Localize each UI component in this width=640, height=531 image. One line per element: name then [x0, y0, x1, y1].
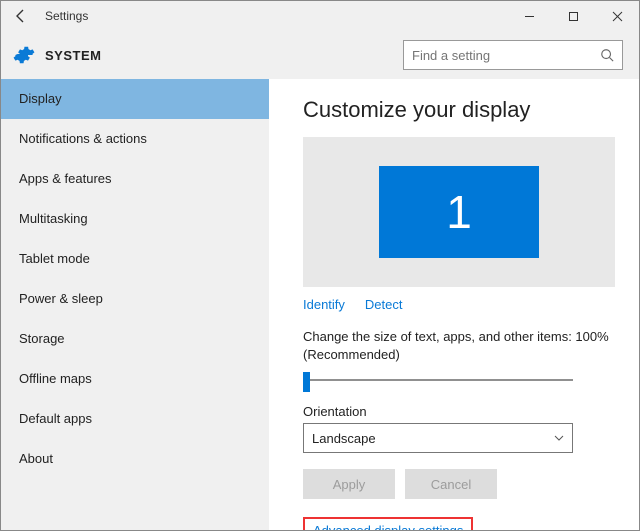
orientation-label: Orientation — [303, 404, 615, 419]
scale-slider[interactable] — [303, 370, 573, 390]
page-heading: Customize your display — [303, 97, 615, 123]
sidebar-item-apps[interactable]: Apps & features — [1, 159, 269, 199]
slider-thumb[interactable] — [303, 372, 310, 392]
sidebar-item-default-apps[interactable]: Default apps — [1, 399, 269, 439]
sidebar-item-label: Apps & features — [19, 171, 112, 186]
sidebar-item-label: Display — [19, 91, 62, 106]
apply-button[interactable]: Apply — [303, 469, 395, 499]
sidebar-item-label: Default apps — [19, 411, 92, 426]
search-icon — [600, 48, 614, 62]
close-button[interactable] — [595, 1, 639, 31]
maximize-button[interactable] — [551, 1, 595, 31]
detect-link[interactable]: Detect — [365, 297, 403, 312]
slider-track — [303, 379, 573, 381]
identify-link[interactable]: Identify — [303, 297, 345, 312]
orientation-value: Landscape — [312, 431, 376, 446]
sidebar: Display Notifications & actions Apps & f… — [1, 79, 269, 530]
sidebar-item-label: Storage — [19, 331, 65, 346]
header: SYSTEM — [1, 31, 639, 79]
search-box[interactable] — [403, 40, 623, 70]
minimize-button[interactable] — [507, 1, 551, 31]
content: Customize your display 1 Identify Detect… — [269, 79, 639, 530]
system-label: SYSTEM — [45, 48, 101, 63]
sidebar-item-notifications[interactable]: Notifications & actions — [1, 119, 269, 159]
sidebar-item-label: Notifications & actions — [19, 131, 147, 146]
sidebar-item-label: Offline maps — [19, 371, 92, 386]
sidebar-item-label: Tablet mode — [19, 251, 90, 266]
sidebar-item-label: Multitasking — [19, 211, 88, 226]
sidebar-item-storage[interactable]: Storage — [1, 319, 269, 359]
sidebar-item-label: About — [19, 451, 53, 466]
sidebar-item-tablet[interactable]: Tablet mode — [1, 239, 269, 279]
sidebar-item-power[interactable]: Power & sleep — [1, 279, 269, 319]
orientation-dropdown[interactable]: Landscape — [303, 423, 573, 453]
chevron-down-icon — [554, 432, 564, 444]
sidebar-item-label: Power & sleep — [19, 291, 103, 306]
advanced-display-settings-link[interactable]: Advanced display settings — [303, 517, 473, 530]
sidebar-item-display[interactable]: Display — [1, 79, 269, 119]
scale-label: Change the size of text, apps, and other… — [303, 328, 615, 364]
search-input[interactable] — [412, 48, 600, 63]
sidebar-item-multitasking[interactable]: Multitasking — [1, 199, 269, 239]
sidebar-item-about[interactable]: About — [1, 439, 269, 479]
gear-icon — [13, 44, 35, 66]
titlebar: Settings — [1, 1, 639, 31]
monitor-1[interactable]: 1 — [379, 166, 539, 258]
back-button[interactable] — [1, 1, 41, 31]
monitor-preview-area[interactable]: 1 — [303, 137, 615, 287]
sidebar-item-offline-maps[interactable]: Offline maps — [1, 359, 269, 399]
cancel-button[interactable]: Cancel — [405, 469, 497, 499]
window-title: Settings — [41, 9, 88, 23]
